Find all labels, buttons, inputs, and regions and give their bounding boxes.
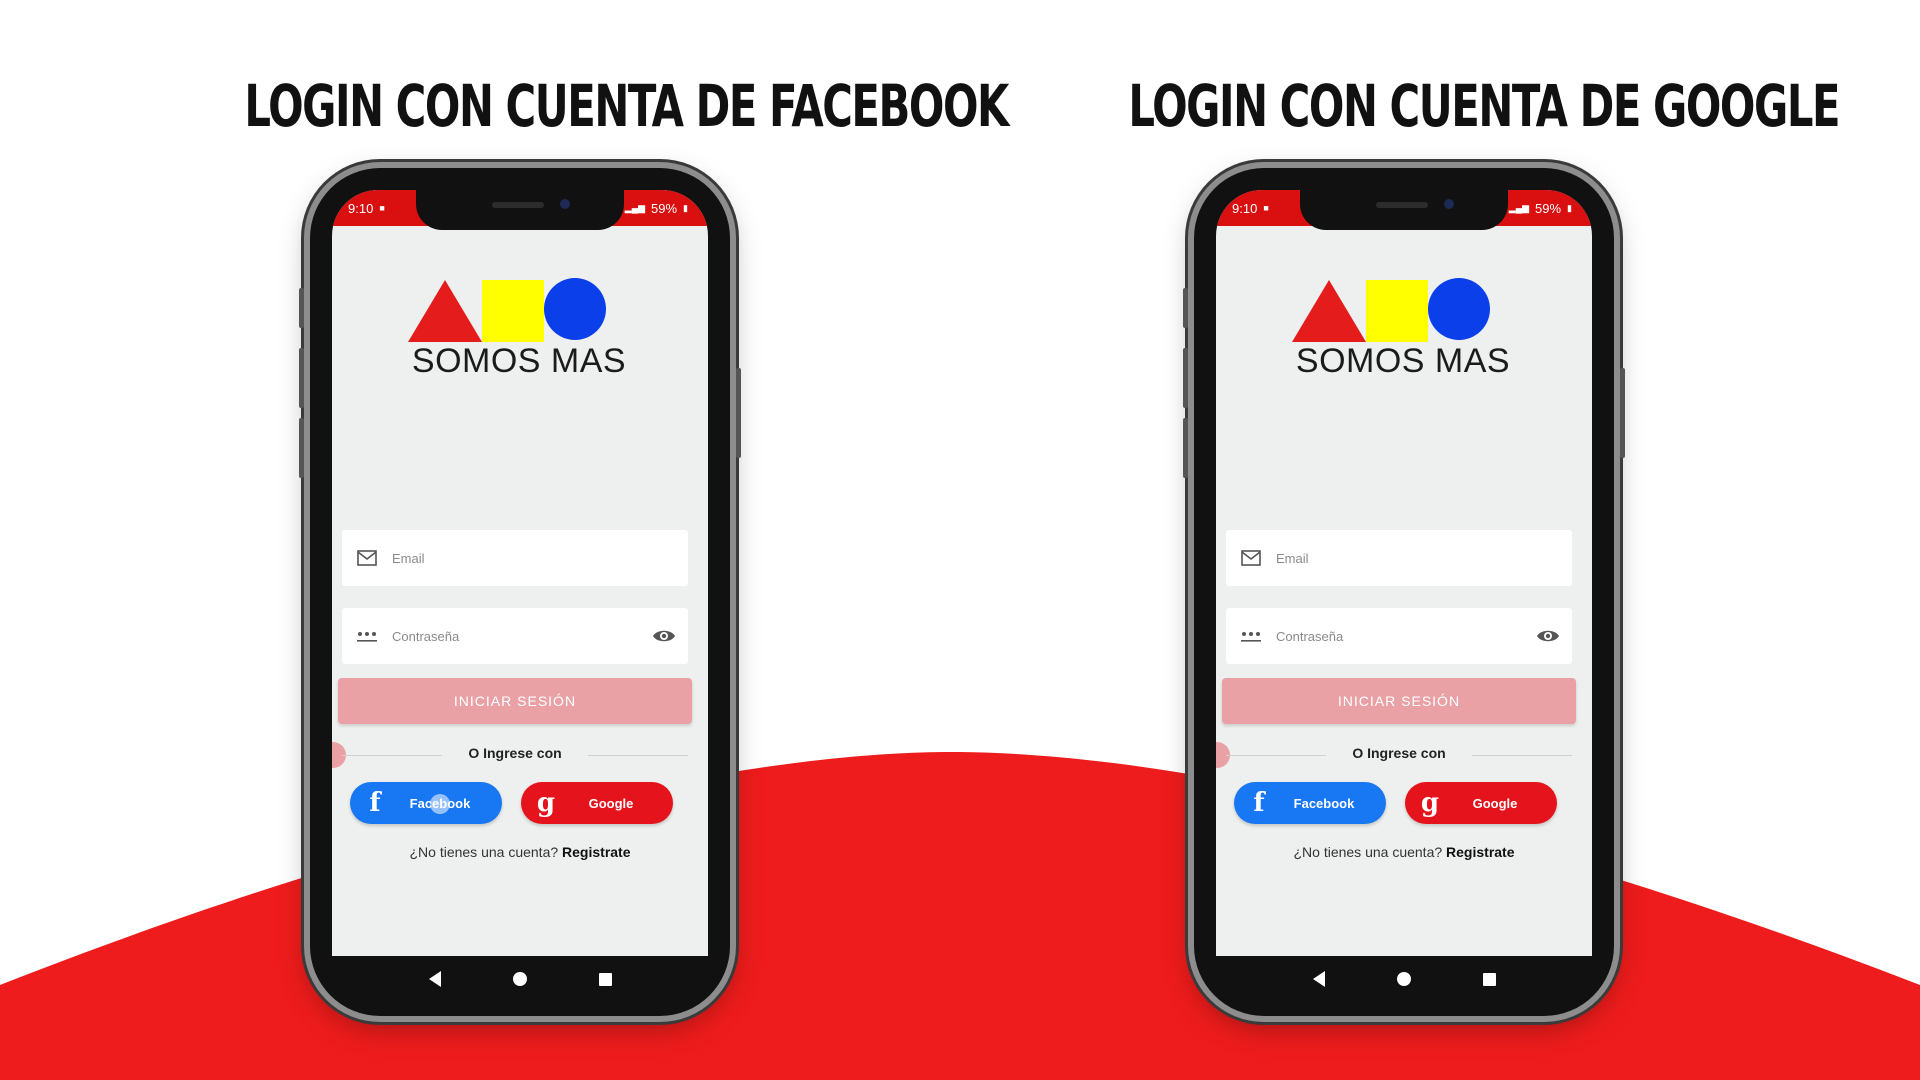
brand-name: SOMOS MAS xyxy=(411,342,627,380)
facebook-f-icon: f xyxy=(1253,788,1265,818)
email-placeholder: Email xyxy=(392,550,425,566)
somos-mas-logo: SOMOS MAS xyxy=(1292,278,1514,390)
phone-notch xyxy=(416,190,624,230)
status-time: 9:10 xyxy=(348,200,374,216)
battery-level: 59% xyxy=(1535,200,1562,216)
divider: O Ingrese con xyxy=(1226,745,1572,765)
register-prompt: ¿No tienes una cuenta? Registrate xyxy=(1216,844,1592,860)
divider-text: O Ingrese con xyxy=(1352,745,1446,761)
google-label: Google xyxy=(588,795,634,811)
mail-icon xyxy=(356,547,378,569)
somos-mas-logo: SOMOS MAS xyxy=(408,278,630,390)
phone-mockup-google: 9:10 ■ ▂▄▆ 59% ▮ SOMOS MAS Email Contras… xyxy=(1183,168,1625,1016)
home-icon[interactable] xyxy=(1396,972,1411,986)
back-icon[interactable] xyxy=(1312,971,1325,987)
brand-name: SOMOS MAS xyxy=(1295,342,1511,380)
password-placeholder: Contraseña xyxy=(392,628,460,644)
square-shape xyxy=(1366,280,1428,342)
google-login-heading: LOGIN CON CUENTA DE GOOGLE xyxy=(1128,72,1840,140)
register-prompt: ¿No tienes una cuenta? Registrate xyxy=(332,844,708,860)
signal-icon: ▂▄▆ xyxy=(624,202,646,213)
divider: O Ingrese con xyxy=(342,745,688,765)
login-button[interactable]: INICIAR SESIÓN xyxy=(338,678,692,724)
battery-icon: ▮ xyxy=(1567,202,1572,213)
google-label: Google xyxy=(1472,795,1518,811)
eye-icon[interactable] xyxy=(652,626,676,646)
facebook-f-icon: f xyxy=(369,788,381,818)
divider-text: O Ingrese con xyxy=(468,745,562,761)
camera-icon xyxy=(1444,199,1454,209)
android-nav-bar xyxy=(1216,956,1592,1002)
signal-icon: ▂▄▆ xyxy=(1508,202,1530,213)
battery-level: 59% xyxy=(651,200,678,216)
recent-apps-icon[interactable] xyxy=(598,972,612,986)
notification-icon: ■ xyxy=(1263,203,1269,213)
phone-screen: 9:10 ■ ▂▄▆ 59% ▮ SOMOS MAS Email Contras… xyxy=(332,190,708,956)
register-question: ¿No tienes una cuenta? xyxy=(409,844,559,860)
password-placeholder: Contraseña xyxy=(1276,628,1344,644)
eye-icon[interactable] xyxy=(1536,626,1560,646)
circle-shape xyxy=(544,278,606,340)
password-dots-icon xyxy=(1240,625,1262,647)
notification-icon: ■ xyxy=(379,203,385,213)
email-field[interactable]: Email xyxy=(1226,530,1572,586)
mail-icon xyxy=(1240,547,1262,569)
email-placeholder: Email xyxy=(1276,550,1309,566)
red-wave-background xyxy=(0,751,1920,1080)
google-login-button[interactable]: g Google xyxy=(1405,782,1557,824)
camera-icon xyxy=(560,199,570,209)
facebook-login-button[interactable]: f Facebook xyxy=(350,782,502,824)
battery-icon: ▮ xyxy=(683,202,688,213)
square-shape xyxy=(482,280,544,342)
phone-mockup-facebook: 9:10 ■ ▂▄▆ 59% ▮ SOMOS MAS Email Contras… xyxy=(299,168,741,1016)
register-link[interactable]: Registrate xyxy=(562,844,630,860)
recent-apps-icon[interactable] xyxy=(1482,972,1496,986)
register-link[interactable]: Registrate xyxy=(1446,844,1514,860)
touch-indicator xyxy=(430,794,450,814)
login-button[interactable]: INICIAR SESIÓN xyxy=(1222,678,1576,724)
android-nav-bar xyxy=(332,956,708,1002)
facebook-label: Facebook xyxy=(1293,795,1355,811)
facebook-login-heading: LOGIN CON CUENTA DE FACEBOOK xyxy=(244,72,1009,140)
triangle-shape xyxy=(408,280,482,342)
back-icon[interactable] xyxy=(428,971,441,987)
status-time: 9:10 xyxy=(1232,200,1258,216)
home-icon[interactable] xyxy=(512,972,527,986)
google-g-icon: g xyxy=(536,788,556,818)
email-field[interactable]: Email xyxy=(342,530,688,586)
google-login-button[interactable]: g Google xyxy=(521,782,673,824)
password-field[interactable]: Contraseña xyxy=(342,608,688,664)
circle-shape xyxy=(1428,278,1490,340)
password-field[interactable]: Contraseña xyxy=(1226,608,1572,664)
triangle-shape xyxy=(1292,280,1366,342)
password-dots-icon xyxy=(356,625,378,647)
facebook-login-button[interactable]: f Facebook xyxy=(1234,782,1386,824)
register-question: ¿No tienes una cuenta? xyxy=(1293,844,1443,860)
phone-screen: 9:10 ■ ▂▄▆ 59% ▮ SOMOS MAS Email Contras… xyxy=(1216,190,1592,956)
phone-notch xyxy=(1300,190,1508,230)
google-g-icon: g xyxy=(1420,788,1440,818)
